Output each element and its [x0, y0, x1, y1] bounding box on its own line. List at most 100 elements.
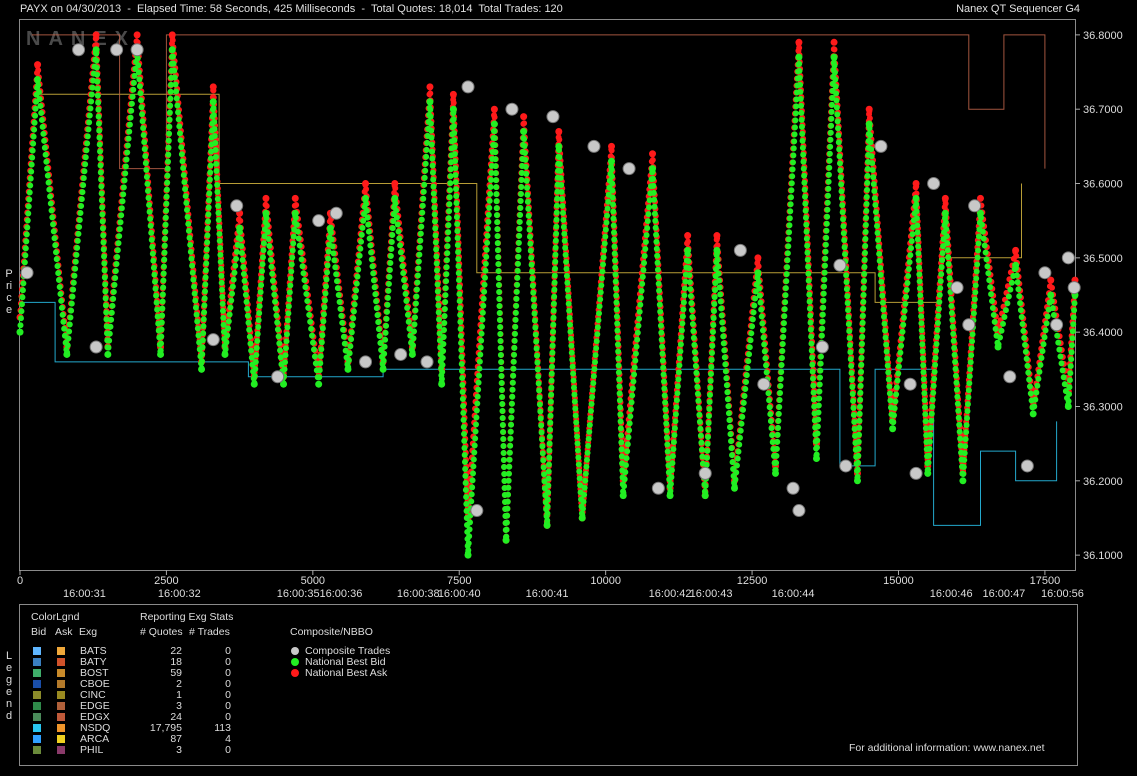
trades-col-header: # Trades [189, 626, 230, 638]
x-tick-label: 5000 [301, 575, 325, 587]
trade-point [470, 504, 484, 518]
time-tick-label: 16:00:56 [1041, 588, 1084, 600]
bid-point [449, 105, 457, 113]
composite-dot [291, 669, 299, 677]
ask-swatch [57, 724, 65, 732]
bid-point [168, 46, 176, 54]
ask-point [34, 61, 42, 69]
ask-point [830, 38, 838, 46]
bid-point [666, 492, 674, 500]
ask-point [209, 83, 217, 91]
exchange-trades: 0 [225, 744, 231, 756]
ask-point [520, 113, 528, 121]
ask-point [912, 180, 920, 188]
trade-point [230, 199, 244, 213]
bid-point [924, 469, 932, 477]
y-tick-label: 36.4000 [1083, 327, 1123, 339]
ask-point [362, 180, 370, 188]
bid-point [959, 477, 967, 485]
trade-point [950, 281, 964, 295]
bid-point [426, 98, 434, 106]
bid-point [853, 477, 861, 485]
ask-swatch [57, 702, 65, 710]
trade-point [839, 459, 853, 473]
price-chart: NANEX 36.800036.700036.600036.500036.400… [16, 19, 1123, 600]
trade-point [1050, 318, 1064, 332]
ask-swatch [57, 658, 65, 666]
trade-point [312, 214, 326, 228]
time-tick-label: 16:00:42 [649, 588, 692, 600]
y-tick-label: 36.8000 [1083, 30, 1123, 42]
bid-point [362, 194, 370, 202]
footer-link[interactable]: For additional information: www.nanex.ne… [849, 742, 1045, 754]
trade-point [874, 139, 888, 153]
trade-point [962, 318, 976, 332]
ask-point [168, 31, 176, 39]
bid-point [291, 209, 299, 217]
bid-swatch [33, 724, 41, 732]
exchange-quotes: 3 [176, 744, 182, 756]
bid-point [912, 194, 920, 202]
bid-point [250, 380, 258, 388]
trade-point [927, 177, 941, 191]
bid-point [104, 350, 112, 358]
bid-swatch [33, 658, 41, 666]
exg-col-header: Exg [79, 626, 98, 638]
composite-label: National Best Ask [305, 667, 388, 679]
bid-point [994, 343, 1002, 351]
bid-point [701, 492, 709, 500]
bid-col-header: Bid [31, 626, 47, 638]
bid-point [619, 492, 627, 500]
trade-point [815, 340, 829, 354]
exchange-name: PHIL [80, 744, 104, 756]
trade-point [698, 466, 712, 480]
ask-point [262, 194, 270, 202]
bid-point [865, 120, 873, 128]
trade-point [394, 347, 408, 361]
trade-point [72, 43, 86, 57]
trade-point [1020, 459, 1034, 473]
trade-point [20, 266, 34, 280]
trade-point [651, 481, 665, 495]
x-tick-label: 17500 [1030, 575, 1061, 587]
bid-point [1047, 291, 1055, 299]
bid-point [713, 246, 721, 254]
ask-point [865, 105, 873, 113]
trade-point [833, 258, 847, 272]
trade-point [786, 481, 800, 495]
time-tick-label: 16:00:35 [277, 588, 320, 600]
ask-point [490, 105, 498, 113]
time-tick-label: 16:00:41 [526, 588, 569, 600]
trade-point [1003, 370, 1017, 384]
bid-point [1064, 402, 1072, 410]
bid-point [379, 365, 387, 373]
x-tick-label: 2500 [154, 575, 178, 587]
trade-point [1038, 266, 1052, 280]
ask-point [608, 142, 616, 150]
bid-point [221, 350, 229, 358]
bid-point [730, 484, 738, 492]
trade-point [903, 377, 917, 391]
trade-point [130, 43, 144, 57]
ask-point [426, 83, 434, 91]
bid-point [408, 350, 416, 358]
y-tick-label: 36.6000 [1083, 179, 1123, 191]
bid-point [830, 53, 838, 61]
bid-point [889, 425, 897, 433]
ask-point [133, 31, 141, 39]
time-tick-label: 16:00:36 [320, 588, 363, 600]
bid-swatch [33, 713, 41, 721]
stats-title: Reporting Exg Stats [140, 611, 234, 623]
bid-point [198, 365, 206, 373]
bid-point [812, 455, 820, 463]
ask-point [713, 232, 721, 240]
ask-swatch [57, 746, 65, 754]
trade-point [461, 80, 475, 94]
ask-col-header: Ask [55, 626, 73, 638]
ask-swatch [57, 669, 65, 677]
bid-point [157, 350, 165, 358]
bid-point [578, 514, 586, 522]
bid-point [502, 536, 510, 544]
x-tick-label: 15000 [883, 575, 914, 587]
bid-point [684, 246, 692, 254]
